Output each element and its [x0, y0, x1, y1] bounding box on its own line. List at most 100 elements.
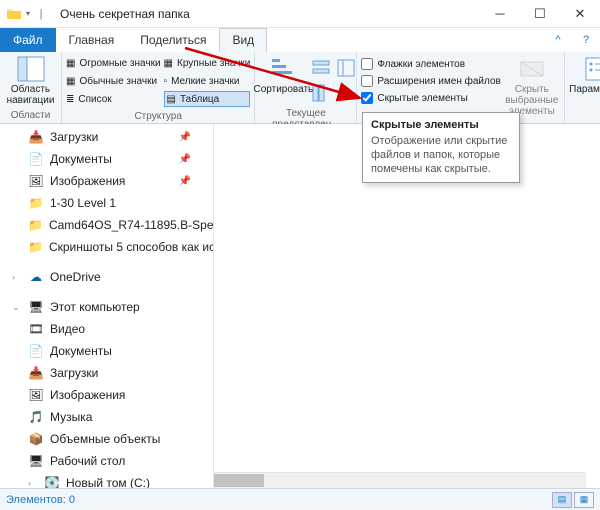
qat-dropdown-icon[interactable]: ▾ — [24, 9, 32, 18]
navigation-pane[interactable]: 📥Загрузки📌 📄Документы📌 🖼Изображения📌 📁1-… — [0, 124, 214, 488]
tab-file[interactable]: Файл — [0, 28, 56, 52]
help-button[interactable]: ^ — [544, 28, 572, 52]
ribbon-group-panes: Область навигации Области — [0, 52, 62, 123]
pin-icon: 📌 — [179, 132, 191, 143]
downloads-icon: 📥 — [28, 365, 44, 381]
nav-pane-icon — [17, 56, 45, 82]
tab-home[interactable]: Главная — [56, 28, 128, 52]
layout-huge[interactable]: ▦Огромные значки — [66, 55, 161, 71]
tooltip-body: Отображение или скрытие файлов и папок, … — [371, 135, 511, 176]
drive-icon: 💽 — [44, 475, 60, 488]
desktop-icon: 🖥 — [28, 453, 44, 469]
ribbon-group-panes-label: Области — [0, 109, 61, 123]
nav-pictures[interactable]: 🖼Изображения📌 — [2, 170, 213, 192]
ribbon-tabs: Файл Главная Поделиться Вид ^ ? — [0, 28, 600, 52]
nav-folder-scr[interactable]: 📁Скриншоты 5 способов как исправи — [2, 236, 213, 258]
sort-label: Сортировать — [253, 84, 313, 95]
folder-icon: 📁 — [28, 239, 43, 255]
options-label: Параметры — [569, 84, 600, 95]
folder-icon: 📁 — [28, 217, 43, 233]
nav-pane-button[interactable]: Область навигации — [4, 55, 57, 106]
horizontal-scrollbar[interactable] — [214, 472, 586, 488]
layout-table[interactable]: ▤Таблица — [164, 91, 251, 107]
pictures-icon: 🖼 — [28, 387, 44, 403]
status-item-count: Элементов: 0 — [6, 494, 75, 506]
nav-downloads2[interactable]: 📥Загрузки — [2, 362, 213, 384]
scrollbar-thumb[interactable] — [214, 474, 264, 487]
pin-icon: 📌 — [179, 176, 191, 187]
nav-3dobjects[interactable]: 📦Объемные объекты — [2, 428, 213, 450]
nav-video[interactable]: 🎞Видео — [2, 318, 213, 340]
folder-icon: 📁 — [28, 195, 44, 211]
nav-documents2[interactable]: 📄Документы — [2, 340, 213, 362]
layout-icon: ≣ — [66, 94, 74, 105]
ribbon-group-options: Параметры — [565, 52, 600, 123]
music-icon: 🎵 — [28, 409, 44, 425]
nav-folder-camd[interactable]: 📁Camd64OS_R74-11895.B-Special — [2, 214, 213, 236]
sort-icon — [269, 56, 297, 82]
qat-separator: | — [34, 8, 48, 20]
minimize-button[interactable]: ─ — [480, 0, 520, 28]
nav-desktop[interactable]: 🖥Рабочий стол — [2, 450, 213, 472]
pictures-icon: 🖼 — [28, 173, 44, 189]
checkbox-input[interactable] — [361, 92, 373, 104]
layout-normal[interactable]: ▦Обычные значки — [66, 73, 161, 89]
tab-share[interactable]: Поделиться — [127, 28, 219, 52]
video-icon: 🎞 — [28, 321, 44, 337]
nav-pictures2[interactable]: 🖼Изображения — [2, 384, 213, 406]
chevron-down-icon: ⌄ — [12, 302, 22, 313]
sort-button[interactable]: Сортировать — [259, 55, 307, 95]
nav-documents[interactable]: 📄Документы📌 — [2, 148, 213, 170]
checkbox-hidden-items[interactable]: Скрытые элементы — [361, 90, 500, 106]
downloads-icon: 📥 — [28, 129, 44, 145]
nav-drive-c[interactable]: ›💽Новый том (C:) — [2, 472, 213, 488]
layout-icon: ▦ — [66, 76, 75, 87]
nav-folder-level[interactable]: 📁1-30 Level 1 — [2, 192, 213, 214]
documents-icon: 📄 — [28, 343, 44, 359]
layout-large[interactable]: ▦Крупные значки — [164, 55, 251, 71]
tab-view[interactable]: Вид — [219, 28, 267, 52]
checkbox-input[interactable] — [361, 75, 373, 87]
nav-downloads[interactable]: 📥Загрузки📌 — [2, 126, 213, 148]
objects3d-icon: 📦 — [28, 431, 44, 447]
nav-onedrive[interactable]: ›☁OneDrive — [2, 266, 213, 288]
chevron-right-icon: › — [12, 272, 22, 282]
checkbox-input[interactable] — [361, 58, 373, 70]
group-by-button[interactable] — [310, 57, 332, 79]
ribbon-group-layout: ▦Огромные значки ▦Обычные значки ≣Список… — [62, 52, 255, 123]
checkbox-file-ext[interactable]: Расширения имен файлов — [361, 73, 500, 89]
maximize-button[interactable]: ☐ — [520, 0, 560, 28]
nav-pane-label: Область навигации — [4, 84, 57, 106]
size-columns-button[interactable] — [335, 57, 357, 79]
options-button[interactable]: Параметры — [569, 55, 600, 95]
tooltip: Скрытые элементы Отображение или скрытие… — [362, 112, 520, 183]
options-icon — [582, 56, 600, 82]
hide-selected-icon — [518, 56, 546, 82]
tooltip-title: Скрытые элементы — [371, 119, 511, 131]
view-details-button[interactable]: ▤ — [552, 492, 572, 508]
layout-icon: ▫ — [164, 76, 168, 87]
window-title: Очень секретная папка — [54, 7, 480, 21]
onedrive-icon: ☁ — [28, 269, 44, 285]
documents-icon: 📄 — [28, 151, 44, 167]
chevron-right-icon: › — [28, 478, 38, 488]
view-thumbnails-button[interactable]: ▦ — [574, 492, 594, 508]
pin-icon: 📌 — [179, 154, 191, 165]
add-columns-button[interactable] — [310, 82, 332, 104]
pc-icon: 🖥 — [28, 299, 44, 315]
status-bar: Элементов: 0 ▤ ▦ — [0, 488, 600, 510]
layout-icon: ▦ — [164, 58, 173, 69]
hide-selected-button[interactable]: Скрыть выбранные элементы — [504, 55, 560, 117]
quick-access-toolbar: ▾ | — [0, 6, 54, 22]
ribbon-group-current: Сортировать Текущее представлен... — [255, 52, 357, 123]
checkbox-item-flags[interactable]: Флажки элементов — [361, 56, 500, 72]
layout-small[interactable]: ▫Мелкие значки — [164, 73, 251, 89]
layout-list[interactable]: ≣Список — [66, 91, 161, 107]
folder-icon — [6, 6, 22, 22]
ribbon-help-icon[interactable]: ? — [572, 28, 600, 52]
ribbon-group-layout-label: Структура — [62, 110, 254, 124]
nav-music[interactable]: 🎵Музыка — [2, 406, 213, 428]
close-button[interactable]: ✕ — [560, 0, 600, 28]
layout-icon: ▦ — [66, 58, 75, 69]
nav-thispc[interactable]: ⌄🖥Этот компьютер — [2, 296, 213, 318]
